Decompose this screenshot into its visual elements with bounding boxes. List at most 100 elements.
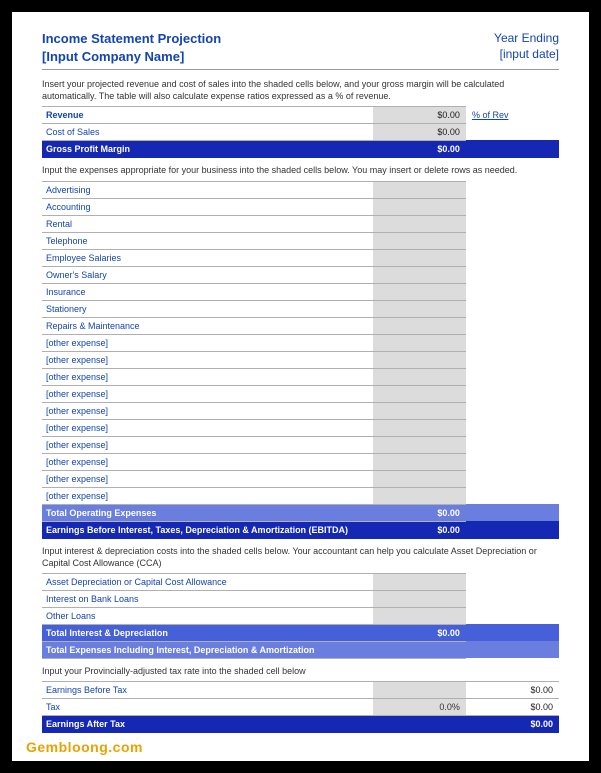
depreciation-row: Interest on Bank Loans [42, 590, 559, 607]
value-cell[interactable] [373, 590, 466, 607]
expenses-intro: Input the expenses appropriate for your … [42, 164, 559, 176]
blank-cell [466, 641, 559, 658]
expense-row: [other expense] [42, 436, 559, 453]
blank-cell [466, 487, 559, 504]
row-label: Gross Profit Margin [42, 141, 373, 158]
value-cell[interactable] [373, 181, 466, 198]
row-label: Repairs & Maintenance [42, 317, 373, 334]
row-label: Asset Depreciation or Capital Cost Allow… [42, 573, 373, 590]
value-cell[interactable] [373, 470, 466, 487]
value-cell[interactable] [373, 249, 466, 266]
row-label: [other expense] [42, 453, 373, 470]
pct-cell[interactable]: 0.0% [373, 698, 466, 715]
expense-row: [other expense] [42, 453, 559, 470]
value-cell: $0.00 [373, 521, 466, 538]
value-cell[interactable] [373, 317, 466, 334]
row-label: Revenue [42, 107, 373, 124]
row-label: Earnings After Tax [42, 715, 373, 732]
expense-row: Advertising [42, 181, 559, 198]
row-label: Other Loans [42, 607, 373, 624]
title-line2: [Input Company Name] [42, 48, 221, 66]
row-label: Accounting [42, 198, 373, 215]
value-cell[interactable] [373, 419, 466, 436]
value-cell: $0.00 [466, 698, 559, 715]
value-cell[interactable] [373, 368, 466, 385]
value-cell[interactable] [373, 402, 466, 419]
row-label: [other expense] [42, 368, 373, 385]
value-cell [373, 641, 466, 658]
expense-row: [other expense] [42, 368, 559, 385]
row-label: Stationery [42, 300, 373, 317]
depreciation-table: Asset Depreciation or Capital Cost Allow… [42, 573, 559, 659]
row-label: Earnings Before Interest, Taxes, Depreci… [42, 521, 373, 538]
depreciation-row: Other Loans [42, 607, 559, 624]
row-label: Total Expenses Including Interest, Depre… [42, 641, 373, 658]
value-cell: $0.00 [466, 715, 559, 732]
value-cell[interactable] [373, 436, 466, 453]
row-label: [other expense] [42, 334, 373, 351]
blank-cell [466, 351, 559, 368]
blank-cell [466, 573, 559, 590]
expense-row: Accounting [42, 198, 559, 215]
value-cell[interactable] [373, 334, 466, 351]
blank-cell [466, 181, 559, 198]
tax-row: Tax0.0%$0.00 [42, 698, 559, 715]
revenue-row: Gross Profit Margin$0.00 [42, 141, 559, 158]
blank-cell [466, 334, 559, 351]
tax-row: Earnings Before Tax$0.00 [42, 681, 559, 698]
header: Income Statement Projection [Input Compa… [42, 30, 559, 70]
expenses-table: AdvertisingAccountingRentalTelephoneEmpl… [42, 181, 559, 539]
value-cell[interactable] [373, 487, 466, 504]
blank-cell [466, 521, 559, 538]
value-cell[interactable] [373, 573, 466, 590]
row-label: [other expense] [42, 385, 373, 402]
blank-cell [466, 249, 559, 266]
blank-cell [466, 385, 559, 402]
expense-total-row: Earnings Before Interest, Taxes, Depreci… [42, 521, 559, 538]
value-cell[interactable] [373, 283, 466, 300]
input-date: [input date] [494, 46, 559, 62]
revenue-table: Revenue$0.00% of RevCost of Sales$0.00Gr… [42, 106, 559, 158]
row-label: Rental [42, 215, 373, 232]
blank-cell [466, 215, 559, 232]
blank-cell [466, 436, 559, 453]
value-cell[interactable] [373, 198, 466, 215]
value-cell[interactable]: $0.00 [373, 107, 466, 124]
blank-cell [466, 402, 559, 419]
expense-row: Employee Salaries [42, 249, 559, 266]
value-cell[interactable]: $0.00 [373, 141, 466, 158]
row-label: [other expense] [42, 436, 373, 453]
pct-of-rev-link[interactable]: % of Rev [466, 107, 559, 124]
value-cell[interactable] [373, 215, 466, 232]
blank-cell [466, 283, 559, 300]
row-label: Telephone [42, 232, 373, 249]
expense-row: [other expense] [42, 470, 559, 487]
row-label: Earnings Before Tax [42, 681, 373, 698]
value-cell[interactable] [373, 453, 466, 470]
value-cell: $0.00 [373, 504, 466, 521]
expense-row: Stationery [42, 300, 559, 317]
value-cell[interactable] [373, 232, 466, 249]
expense-row: Insurance [42, 283, 559, 300]
value-cell[interactable] [373, 300, 466, 317]
row-label: [other expense] [42, 470, 373, 487]
revenue-row: Revenue$0.00% of Rev [42, 107, 559, 124]
expense-row: [other expense] [42, 351, 559, 368]
blank-cell [466, 198, 559, 215]
blank-cell [466, 266, 559, 283]
tax-total-row: Earnings After Tax $0.00 [42, 715, 559, 732]
blank-cell [466, 453, 559, 470]
expense-total-row: Total Operating Expenses$0.00 [42, 504, 559, 521]
value-cell[interactable] [373, 266, 466, 283]
blank-cell [466, 607, 559, 624]
blank-cell [466, 590, 559, 607]
row-label: Tax [42, 698, 373, 715]
tax-intro: Input your Provincially-adjusted tax rat… [42, 665, 559, 677]
value-cell[interactable] [373, 351, 466, 368]
depreciation-total-row: Total Expenses Including Interest, Depre… [42, 641, 559, 658]
pct-cell [373, 715, 466, 732]
blank-cell [466, 504, 559, 521]
value-cell[interactable]: $0.00 [373, 124, 466, 141]
value-cell[interactable] [373, 607, 466, 624]
value-cell[interactable] [373, 385, 466, 402]
